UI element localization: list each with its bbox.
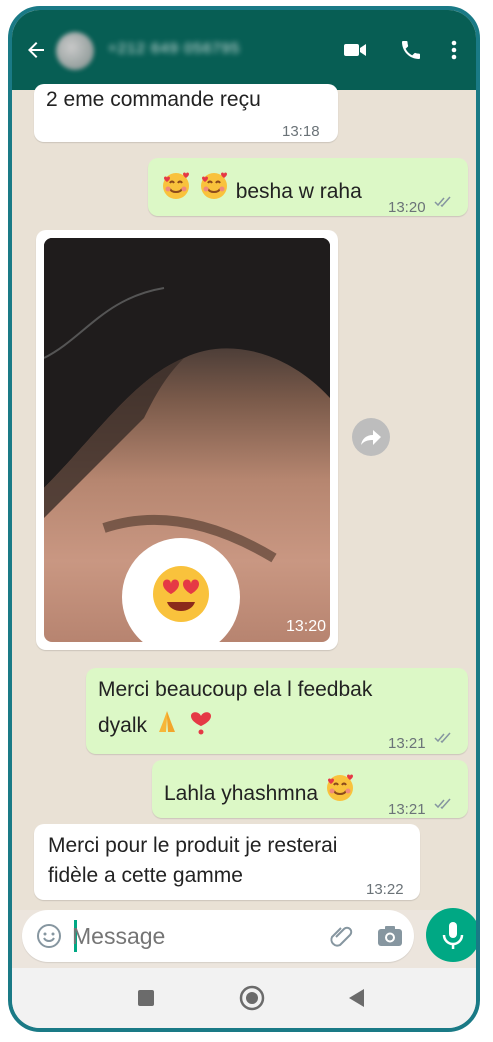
more-vertical-icon[interactable] <box>448 38 460 62</box>
message-time: 13:20 <box>388 199 426 216</box>
message-bubble-incoming[interactable]: Merci pour le produit je resterai fidèle… <box>34 824 420 900</box>
message-image[interactable]: 13:20 <box>44 238 330 642</box>
message-time: 13:20 <box>286 618 327 635</box>
message-content: dyalk <box>98 708 215 742</box>
message-bubble-incoming[interactable]: 2 eme commande reçu 13:18 <box>34 84 338 142</box>
video-call-icon[interactable] <box>342 38 368 62</box>
message-bubble-outgoing[interactable]: besha w raha 13:20 <box>148 158 468 216</box>
message-image-bubble[interactable]: 13:20 <box>36 230 338 650</box>
message-bubble-outgoing[interactable]: Merci beaucoup ela l feedbak dyalk 13:21 <box>86 668 468 754</box>
microphone-icon <box>442 922 464 949</box>
chat-area[interactable]: 2 eme commande reçu 13:18 besha w raha 1… <box>12 84 476 962</box>
forward-button[interactable] <box>352 418 390 456</box>
folded-hands-icon <box>158 711 175 732</box>
double-check-icon <box>434 196 451 208</box>
back-arrow-icon[interactable] <box>24 38 48 62</box>
message-time: 13:22 <box>366 881 404 898</box>
forward-icon <box>361 430 381 445</box>
message-time: 13:21 <box>388 735 426 752</box>
attach-icon[interactable] <box>328 923 354 949</box>
smiling-face-with-hearts-icon <box>326 774 353 801</box>
message-content: Lahla yhashmna <box>164 772 356 810</box>
heart-eyes-emoji-icon <box>153 566 209 622</box>
double-check-icon <box>434 732 451 744</box>
phone-call-icon[interactable] <box>398 38 424 62</box>
message-time: 13:21 <box>388 801 426 818</box>
message-text: 2 eme commande reçu <box>46 88 261 111</box>
message-text: Lahla yhashmna <box>164 782 319 805</box>
message-text: besha w raha <box>235 180 362 203</box>
heart-exclamation-icon <box>190 712 211 735</box>
back-nav-icon[interactable] <box>346 987 366 1009</box>
mic-button[interactable] <box>426 908 476 962</box>
camera-icon[interactable] <box>376 923 404 949</box>
chat-header: +212 649 056795 <box>12 10 476 90</box>
smiling-face-with-hearts-icon <box>200 172 227 199</box>
home-icon[interactable] <box>239 985 265 1011</box>
message-text: Merci beaucoup ela l feedbak <box>98 678 373 701</box>
contact-name[interactable]: +212 649 056795 <box>108 40 240 57</box>
compose-bar[interactable] <box>22 910 414 962</box>
emoji-icon[interactable] <box>36 923 62 949</box>
message-text: fidèle a cette gamme <box>48 864 243 887</box>
message-content: besha w raha <box>160 170 362 208</box>
smiling-face-with-hearts-icon <box>163 172 189 199</box>
message-bubble-outgoing[interactable]: Lahla yhashmna 13:21 <box>152 760 468 818</box>
message-text: Merci pour le produit je resterai <box>48 834 338 857</box>
system-nav-bar <box>12 968 476 1028</box>
avatar[interactable] <box>56 32 94 70</box>
message-input[interactable] <box>70 920 304 952</box>
phone-frame: +212 649 056795 2 eme commande reçu 13:1… <box>8 6 480 1032</box>
message-time: 13:18 <box>282 123 320 140</box>
message-text: dyalk <box>98 714 148 737</box>
double-check-icon <box>434 798 451 810</box>
recent-apps-icon[interactable] <box>136 988 156 1008</box>
